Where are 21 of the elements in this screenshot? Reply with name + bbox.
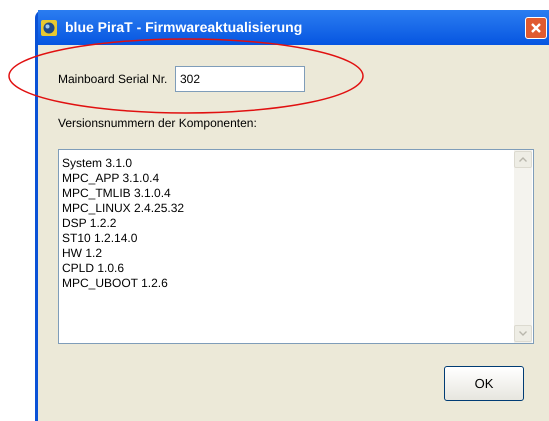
globe-icon xyxy=(41,20,57,36)
scroll-up-button[interactable] xyxy=(514,151,532,168)
scrollbar[interactable] xyxy=(514,150,532,343)
version-line: CPLD 1.0.6 xyxy=(62,261,124,276)
versions-label: Versionsnummern der Komponenten: xyxy=(58,115,257,132)
version-line: DSP 1.2.2 xyxy=(62,216,116,231)
version-line: MPC_UBOOT 1.2.6 xyxy=(62,276,168,291)
version-line: MPC_APP 3.1.0.4 xyxy=(62,171,160,186)
window-title: blue PiraT - Firmwareaktualisierung xyxy=(65,18,302,37)
version-line: System 3.1.0 xyxy=(62,156,132,171)
close-icon xyxy=(530,22,542,34)
versions-list[interactable]: System 3.1.0 MPC_APP 3.1.0.4 MPC_TMLIB 3.1.0.4 MPC_LINUX 2.4.25.32 DSP 1.2.2 ST10 1.2.14.0 HW 1.2 CPLD 1.0.6 MPC_UBOOT 1.2.6 xyxy=(58,149,534,344)
ok-button[interactable]: OK xyxy=(444,366,524,401)
version-line: HW 1.2 xyxy=(62,246,102,261)
scroll-down-button[interactable] xyxy=(514,325,532,342)
serial-label: Mainboard Serial Nr. xyxy=(58,71,168,88)
serial-field[interactable]: 302 xyxy=(175,66,305,92)
version-line: ST10 1.2.14.0 xyxy=(62,231,138,246)
close-button[interactable] xyxy=(525,16,547,38)
version-line: MPC_TMLIB 3.1.0.4 xyxy=(62,186,171,201)
version-line: MPC_LINUX 2.4.25.32 xyxy=(62,201,184,216)
